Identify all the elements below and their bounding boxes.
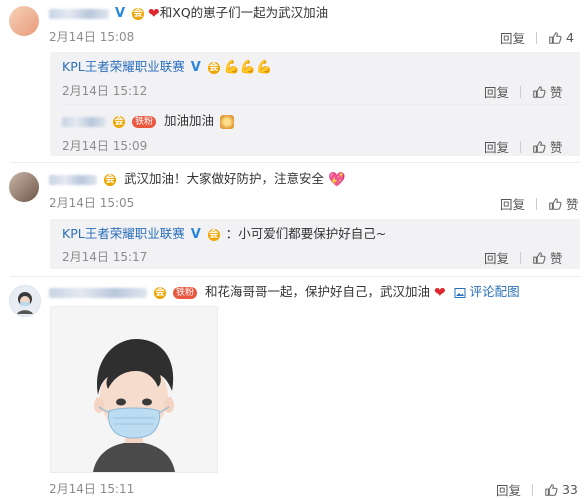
reply-button[interactable]: 回复 bbox=[484, 85, 509, 100]
divider bbox=[10, 162, 580, 163]
heart-icon: ❤ bbox=[433, 284, 446, 301]
comment-text: 和XQ的崽子们一起为武汉加油 bbox=[159, 5, 329, 20]
heart-icon: ❤ bbox=[148, 5, 160, 22]
blurred-username[interactable] bbox=[49, 287, 147, 298]
reply-text: 加油加油 bbox=[163, 113, 214, 128]
comment-text: 和花海哥哥一起，保护好自己，武汉加油 bbox=[204, 284, 430, 299]
like-label[interactable]: 赞 bbox=[566, 197, 579, 212]
verified-v-icon: V bbox=[114, 5, 126, 21]
like-label[interactable]: 赞 bbox=[550, 251, 563, 266]
thumb-up-icon[interactable] bbox=[532, 85, 546, 99]
comment-time: 2月14日 15:11 bbox=[49, 482, 135, 496]
comment-actions: 回复 4 bbox=[500, 28, 574, 47]
comment-time: 2月14日 15:08 bbox=[49, 30, 135, 44]
avatar[interactable] bbox=[9, 6, 39, 36]
like-count: 33 bbox=[561, 482, 578, 497]
vip-badge-icon: 会 bbox=[103, 173, 116, 186]
divider bbox=[62, 104, 568, 105]
flexed-biceps-icon: 💪💪💪 bbox=[223, 59, 273, 75]
avatar-image bbox=[17, 292, 33, 314]
reply-text: 小可爱们都要保护好自己~ bbox=[238, 226, 387, 241]
reply-text: ： bbox=[225, 226, 239, 241]
blurred-username[interactable] bbox=[62, 116, 106, 127]
comment-picture-link[interactable]: 评论配图 bbox=[470, 284, 520, 299]
like-count: 4 bbox=[565, 30, 574, 45]
verified-v-icon: V bbox=[190, 59, 201, 75]
vip-badge-icon: 会 bbox=[153, 286, 166, 299]
blurred-username[interactable] bbox=[49, 8, 109, 19]
reply-time: 2月14日 15:09 bbox=[62, 139, 148, 153]
reply-button[interactable]: 回复 bbox=[484, 140, 509, 155]
vip-badge-icon: 会 bbox=[207, 228, 220, 241]
reply-header: KPL王者荣耀职业联赛 V 会 ：小可爱们都要保护好自己~ bbox=[62, 226, 386, 243]
picture-icon[interactable] bbox=[454, 287, 466, 299]
comment-time: 2月14日 15:05 bbox=[49, 196, 135, 210]
comment-header: V 会 ❤和XQ的崽子们一起为武汉加油 bbox=[49, 5, 328, 22]
reply-button[interactable]: 回复 bbox=[500, 31, 525, 46]
fan-level-badge: 铁粉 bbox=[172, 286, 197, 299]
emoji-icon bbox=[219, 114, 234, 129]
reply-button[interactable]: 回复 bbox=[500, 197, 525, 212]
fan-level-badge: 铁粉 bbox=[131, 115, 156, 128]
vip-badge-icon: 会 bbox=[132, 7, 145, 20]
boy-with-mask-illustration bbox=[51, 307, 217, 472]
vip-badge-icon: 会 bbox=[112, 115, 125, 128]
comment-header: 会 铁粉 和花海哥哥一起，保护好自己，武汉加油 ❤ 评论配图 bbox=[49, 284, 520, 301]
vip-badge-icon: 会 bbox=[207, 61, 220, 74]
reply-time: 2月14日 15:17 bbox=[62, 250, 148, 264]
thumb-up-icon[interactable] bbox=[532, 140, 546, 154]
divider bbox=[10, 276, 580, 277]
verified-v-icon: V bbox=[190, 226, 201, 242]
reply-actions: 回复 赞 bbox=[484, 137, 562, 156]
reply-header: KPL王者荣耀职业联赛 V 会 💪💪💪 bbox=[62, 59, 272, 76]
reply-time: 2月14日 15:12 bbox=[62, 84, 148, 98]
thumb-up-icon[interactable] bbox=[532, 251, 546, 265]
like-label[interactable]: 赞 bbox=[550, 85, 563, 100]
blurred-username[interactable] bbox=[49, 174, 97, 185]
reply-author[interactable]: KPL王者荣耀职业联赛 bbox=[62, 226, 185, 241]
thumb-up-icon[interactable] bbox=[544, 483, 558, 497]
heart-icon: 💖 bbox=[327, 171, 346, 188]
avatar[interactable] bbox=[9, 285, 41, 317]
reply-actions: 回复 赞 bbox=[484, 248, 562, 267]
thumb-up-icon[interactable] bbox=[548, 31, 562, 45]
comment-actions: 回复 33 bbox=[496, 480, 578, 499]
reply-author[interactable]: KPL王者荣耀职业联赛 bbox=[62, 59, 185, 74]
reply-button[interactable]: 回复 bbox=[496, 483, 521, 498]
comment-header: 会 武汉加油！大家做好防护，注意安全 💖 bbox=[49, 171, 345, 188]
comment-actions: 回复 赞 bbox=[500, 194, 578, 213]
reply-actions: 回复 赞 bbox=[484, 82, 562, 101]
like-label[interactable]: 赞 bbox=[550, 140, 563, 155]
comment-text: 武汉加油！大家做好防护，注意安全 bbox=[123, 171, 324, 186]
comment-thread: V 会 ❤和XQ的崽子们一起为武汉加油 2月14日 15:08 回复 4 KPL… bbox=[0, 0, 584, 500]
reply-header: 会 铁粉 加油加油 bbox=[62, 113, 234, 129]
reply-button[interactable]: 回复 bbox=[484, 251, 509, 266]
thumb-up-icon[interactable] bbox=[548, 197, 562, 211]
avatar[interactable] bbox=[9, 172, 39, 202]
comment-image[interactable] bbox=[50, 306, 218, 473]
